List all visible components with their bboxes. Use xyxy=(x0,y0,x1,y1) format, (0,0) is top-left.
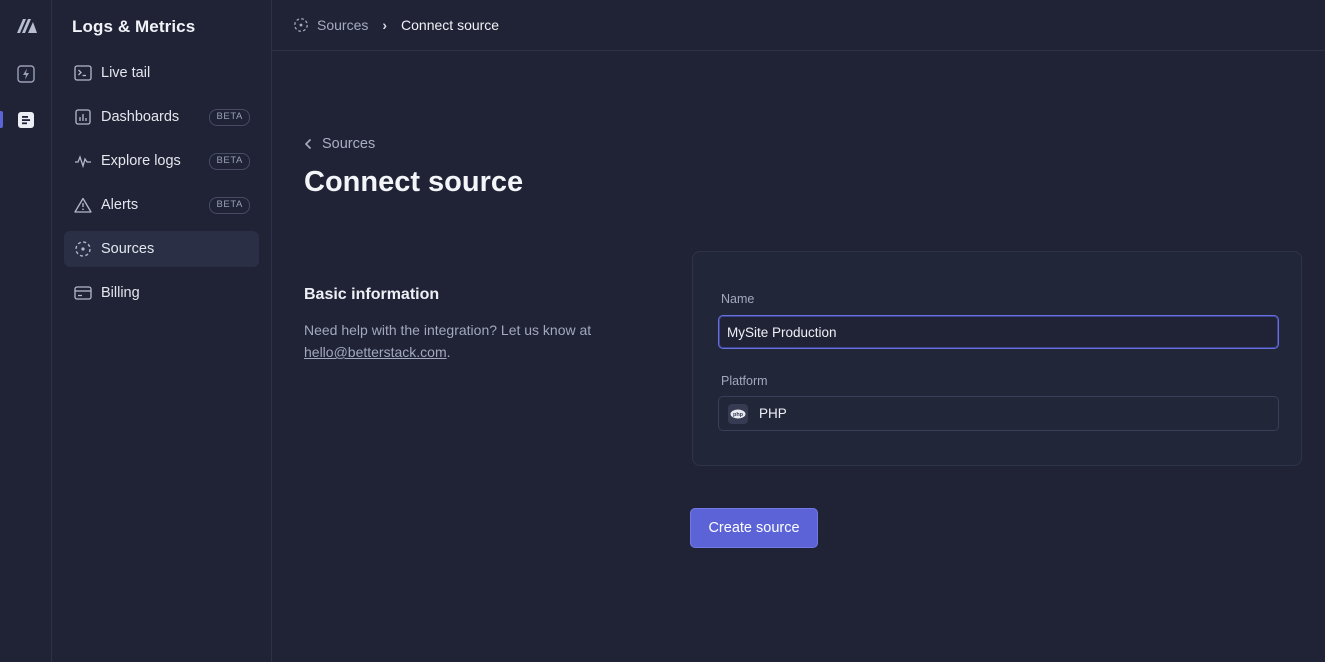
sidebar-item-label: Live tail xyxy=(101,65,151,81)
sidebar-nav: Live tail Dashboards BETA Explore logs B… xyxy=(64,55,259,319)
name-label: Name xyxy=(721,292,755,306)
sidebar-item-live-tail[interactable]: Live tail xyxy=(64,55,259,91)
beta-badge: BETA xyxy=(209,109,250,126)
sidebar-item-label: Billing xyxy=(101,285,140,301)
breadcrumb-link-sources[interactable]: Sources xyxy=(317,17,368,33)
sidebar-item-label: Dashboards xyxy=(101,109,180,125)
beta-badge: BETA xyxy=(209,197,250,214)
sidebar-item-billing[interactable]: Billing xyxy=(64,275,259,311)
name-input[interactable] xyxy=(718,315,1279,349)
back-link-label: Sources xyxy=(322,136,376,152)
page-title: Connect source xyxy=(304,166,524,198)
beta-badge: BETA xyxy=(209,153,250,170)
sidebar-item-sources[interactable]: Sources xyxy=(64,231,259,267)
warning-triangle-icon xyxy=(74,196,92,214)
sidebar-item-label: Alerts xyxy=(101,197,139,213)
section-title: Basic information xyxy=(304,286,440,303)
help-text-suffix: . xyxy=(446,344,451,360)
sidebar-item-dashboards[interactable]: Dashboards BETA xyxy=(64,99,259,135)
source-form-card: Name Platform php PHP xyxy=(692,251,1302,466)
help-text: Need help with the integration? Let us k… xyxy=(304,322,592,338)
breadcrumb-current: Connect source xyxy=(401,17,500,33)
bar-chart-icon xyxy=(74,108,92,126)
sidebar-item-alerts[interactable]: Alerts BETA xyxy=(64,187,259,223)
breadcrumb: Sources › Connect source xyxy=(272,0,1325,51)
platform-select[interactable]: php PHP xyxy=(718,396,1279,431)
sidebar-item-label: Sources xyxy=(101,241,155,257)
icon-rail xyxy=(0,0,52,662)
rail-active-indicator xyxy=(0,111,3,128)
terminal-icon xyxy=(74,64,92,82)
create-source-button[interactable]: Create source xyxy=(690,508,818,548)
chevron-right-icon: › xyxy=(382,17,388,33)
support-email-link[interactable]: hello@betterstack.com xyxy=(304,344,447,360)
sidebar-title: Logs & Metrics xyxy=(72,17,196,36)
section-help-text: Need help with the integration? Let us k… xyxy=(304,319,614,363)
sidebar-item-explore-logs[interactable]: Explore logs BETA xyxy=(64,143,259,179)
uptime-lightning-icon[interactable] xyxy=(17,65,35,83)
platform-label: Platform xyxy=(721,374,768,388)
sources-icon xyxy=(74,240,92,258)
chevron-left-icon xyxy=(304,138,312,150)
waveform-icon xyxy=(74,152,92,170)
back-link[interactable]: Sources xyxy=(304,136,375,152)
php-icon-text: php xyxy=(733,411,744,417)
php-icon: php xyxy=(728,403,748,424)
betterstack-logo-icon[interactable] xyxy=(16,16,38,34)
sidebar: Logs & Metrics Live tail Dashboards BETA… xyxy=(52,0,272,662)
platform-select-value: PHP xyxy=(759,406,787,421)
logs-icon[interactable] xyxy=(17,111,35,129)
sources-icon xyxy=(294,18,308,32)
credit-card-icon xyxy=(74,284,92,302)
sidebar-item-label: Explore logs xyxy=(101,153,181,169)
